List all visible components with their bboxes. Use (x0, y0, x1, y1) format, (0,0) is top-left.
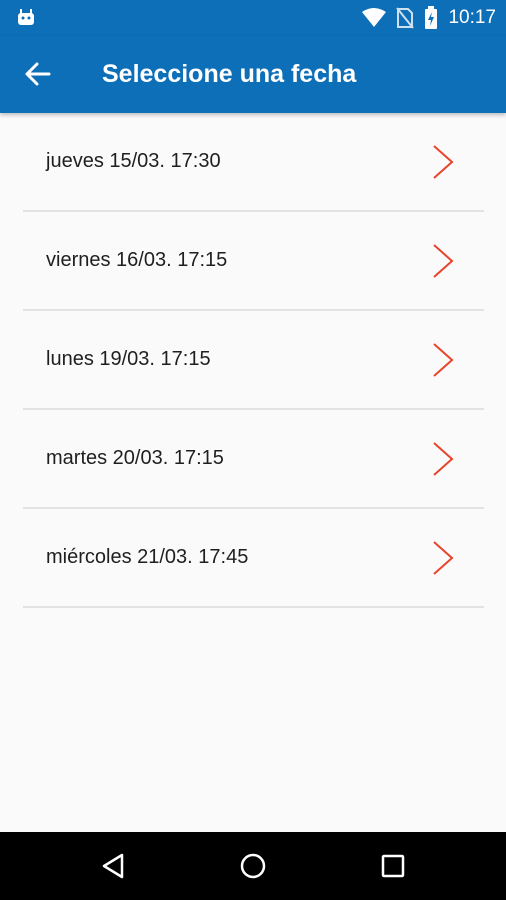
date-label: lunes 19/03. 17:15 (46, 348, 211, 370)
nav-back-button[interactable] (97, 850, 129, 882)
list-item[interactable]: jueves 15/03. 17:30 (23, 113, 484, 212)
chevron-right-icon (433, 442, 454, 476)
wifi-icon (362, 8, 387, 27)
chevron-right-icon (433, 244, 454, 278)
date-label: viernes 16/03. 17:15 (46, 249, 228, 271)
chevron-right-icon (433, 541, 454, 575)
date-list: jueves 15/03. 17:30 viernes 16/03. 17:15… (23, 113, 484, 608)
app-bar: Seleccione una fecha (0, 36, 506, 113)
list-item[interactable]: lunes 19/03. 17:15 (23, 311, 484, 410)
recents-square-icon (381, 854, 405, 878)
back-triangle-icon (102, 853, 124, 879)
nav-home-button[interactable] (237, 850, 269, 882)
date-label: jueves 15/03. 17:30 (46, 150, 221, 172)
date-label: martes 20/03. 17:15 (46, 447, 224, 469)
page-title: Seleccione una fecha (102, 60, 357, 88)
clock: 10:17 (448, 7, 496, 28)
date-label: miércoles 21/03. 17:45 (46, 546, 249, 568)
nav-recents-button[interactable] (377, 850, 409, 882)
list-item[interactable]: martes 20/03. 17:15 (23, 410, 484, 509)
back-button[interactable] (20, 58, 56, 90)
android-icon (18, 9, 34, 25)
chevron-right-icon (433, 343, 454, 377)
navigation-bar (0, 832, 506, 900)
status-bar: 10:17 (0, 0, 506, 36)
list-item[interactable]: miércoles 21/03. 17:45 (23, 509, 484, 608)
arrow-back-icon (25, 62, 51, 86)
chevron-right-icon (433, 145, 454, 179)
list-item[interactable]: viernes 16/03. 17:15 (23, 212, 484, 311)
no-sim-icon (396, 7, 415, 29)
home-circle-icon (240, 853, 266, 879)
battery-charging-icon (425, 6, 438, 29)
